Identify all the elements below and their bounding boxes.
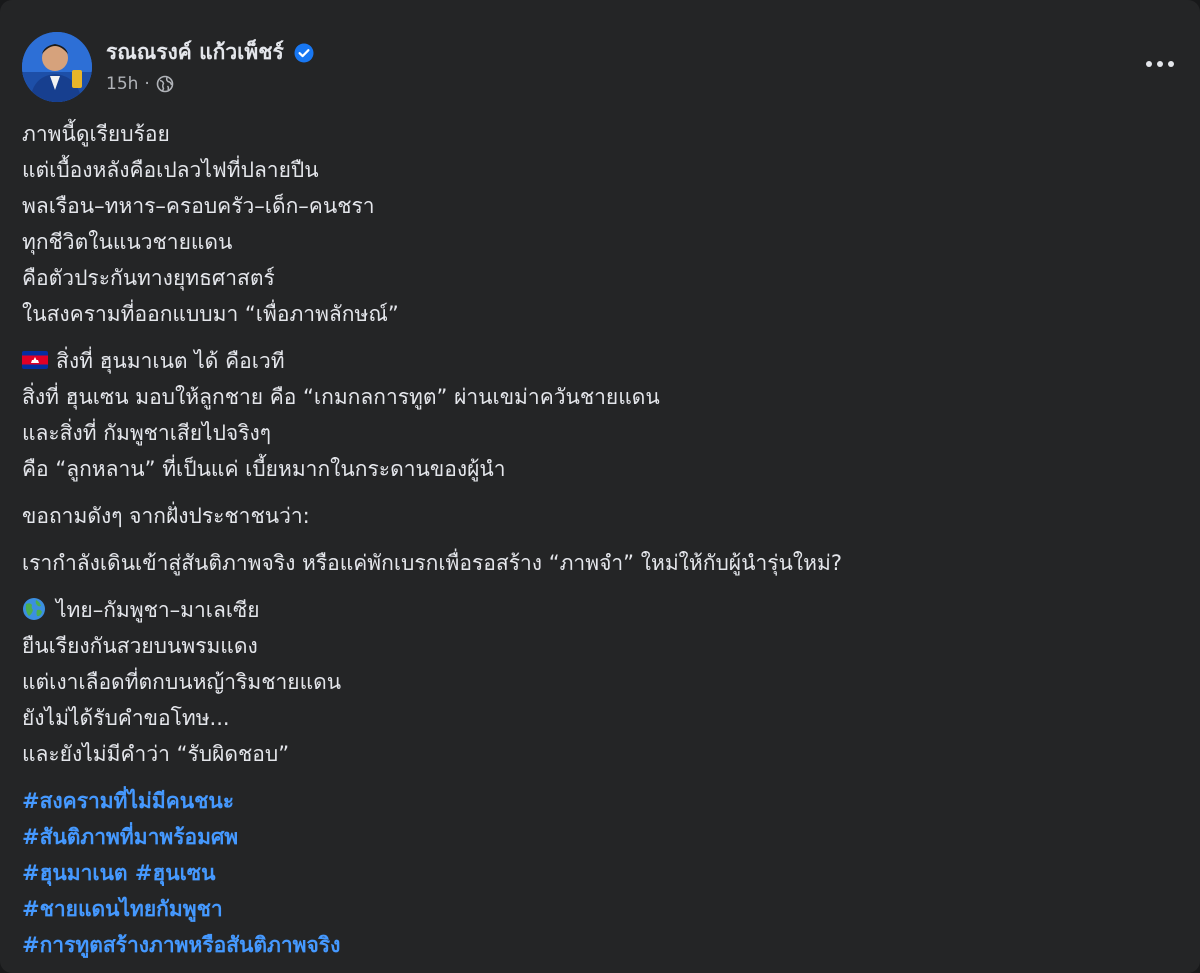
text-line-with-flag: สิ่งที่ ฮุนมาเนต ได้ คือเวที: [22, 343, 1172, 379]
globe-icon[interactable]: [156, 75, 174, 93]
more-options-button[interactable]: [1138, 42, 1182, 86]
paragraph-5: ไทย–กัมพูชา–มาเลเซีย ยืนเรียงกันสวยบนพรม…: [22, 592, 1172, 772]
text-line: พลเรือน–ทหาร–ครอบครัว–เด็ก–คนชรา: [22, 194, 375, 218]
post-time[interactable]: 15h: [106, 74, 138, 94]
paragraph-1: ภาพนี้ดูเรียบร้อย แต่เบื้องหลังคือเปลวไฟ…: [22, 116, 1172, 332]
verified-badge-icon: [294, 43, 314, 63]
text-line: และสิ่งที่ กัมพูชาเสียไปจริงๆ: [22, 421, 272, 445]
more-options-icon: [1146, 61, 1174, 67]
text-line: ยังไม่ได้รับคำขอโทษ...: [22, 706, 230, 730]
post-card: รณณรงค์ แก้วเพ็ชร์ 15h · ภาพนี้ดูเรียบร้…: [0, 0, 1200, 973]
author-line: รณณรงค์ แก้วเพ็ชร์: [106, 36, 314, 69]
hashtag-line: #ฮุนมาเนต #ฮุนเซน: [22, 855, 1172, 891]
paragraph-2: สิ่งที่ ฮุนมาเนต ได้ คือเวที สิ่งที่ ฮุน…: [22, 343, 1172, 487]
author-avatar[interactable]: [22, 32, 92, 102]
text-line: ในสงครามที่ออกแบบมา “เพื่อภาพลักษณ์”: [22, 302, 399, 326]
post-header: รณณรงค์ แก้วเพ็ชร์ 15h ·: [22, 32, 1182, 104]
text-line: คือ “ลูกหลาน” ที่เป็นแค่ เบี้ยหมากในกระด…: [22, 457, 506, 481]
hashtag-list: #สงครามที่ไม่มีคนชนะ #สันติภาพที่มาพร้อม…: [22, 783, 1172, 963]
hashtag-link[interactable]: #ฮุนเซน: [135, 861, 216, 885]
text-line: สิ่งที่ ฮุนมาเนต ได้ คือเวที: [56, 349, 285, 373]
text-line: เรากำลังเดินเข้าสู่สันติภาพจริง หรือแค่พ…: [22, 551, 842, 575]
hashtag-line: #ชายแดนไทยกัมพูชา: [22, 891, 1172, 927]
hashtag-link[interactable]: #สันติภาพที่มาพร้อมศพ: [22, 825, 238, 849]
hashtag-line: #สงครามที่ไม่มีคนชนะ: [22, 783, 1172, 819]
text-line: สิ่งที่ ฮุนเซน มอบให้ลูกชาย คือ “เกมกลกา…: [22, 385, 660, 409]
text-line: ภาพนี้ดูเรียบร้อย: [22, 122, 170, 146]
text-line: ทุกชีวิตในแนวชายแดน: [22, 230, 233, 254]
cambodia-flag-icon: [22, 347, 48, 371]
avatar-image: [22, 32, 92, 102]
author-name[interactable]: รณณรงค์ แก้วเพ็ชร์: [106, 36, 284, 69]
text-line: ยืนเรียงกันสวยบนพรมแดง: [22, 634, 258, 658]
text-line: และยังไม่มีคำว่า “รับผิดชอบ”: [22, 742, 290, 766]
post-body: ภาพนี้ดูเรียบร้อย แต่เบื้องหลังคือเปลวไฟ…: [22, 116, 1172, 963]
hashtag-link[interactable]: #การทูตสร้างภาพหรือสันติภาพจริง: [22, 933, 340, 957]
text-line: แต่เงาเลือดที่ตกบนหญ้าริมชายแดน: [22, 670, 342, 694]
hashtag-link[interactable]: #สงครามที่ไม่มีคนชนะ: [22, 789, 234, 813]
text-line: คือตัวประกันทางยุทธศาสตร์: [22, 266, 275, 290]
post-meta: 15h ·: [106, 74, 174, 94]
paragraph-3: ขอถามดังๆ จากฝั่งประชาชนว่า:: [22, 498, 1172, 534]
hashtag-link[interactable]: #ชายแดนไทยกัมพูชา: [22, 897, 223, 921]
text-line: ขอถามดังๆ จากฝั่งประชาชนว่า:: [22, 504, 310, 528]
hashtag-link[interactable]: #ฮุนมาเนต: [22, 861, 128, 885]
meta-separator: ·: [144, 74, 150, 94]
hashtag-line: #การทูตสร้างภาพหรือสันติภาพจริง: [22, 927, 1172, 963]
text-line: ไทย–กัมพูชา–มาเลเซีย: [56, 598, 260, 622]
hashtag-line: #สันติภาพที่มาพร้อมศพ: [22, 819, 1172, 855]
paragraph-4: เรากำลังเดินเข้าสู่สันติภาพจริง หรือแค่พ…: [22, 545, 1172, 581]
text-line: แต่เบื้องหลังคือเปลวไฟที่ปลายปืน: [22, 158, 319, 182]
text-line-with-globe: ไทย–กัมพูชา–มาเลเซีย: [22, 592, 1172, 628]
globe-emoji-icon: [22, 596, 48, 620]
